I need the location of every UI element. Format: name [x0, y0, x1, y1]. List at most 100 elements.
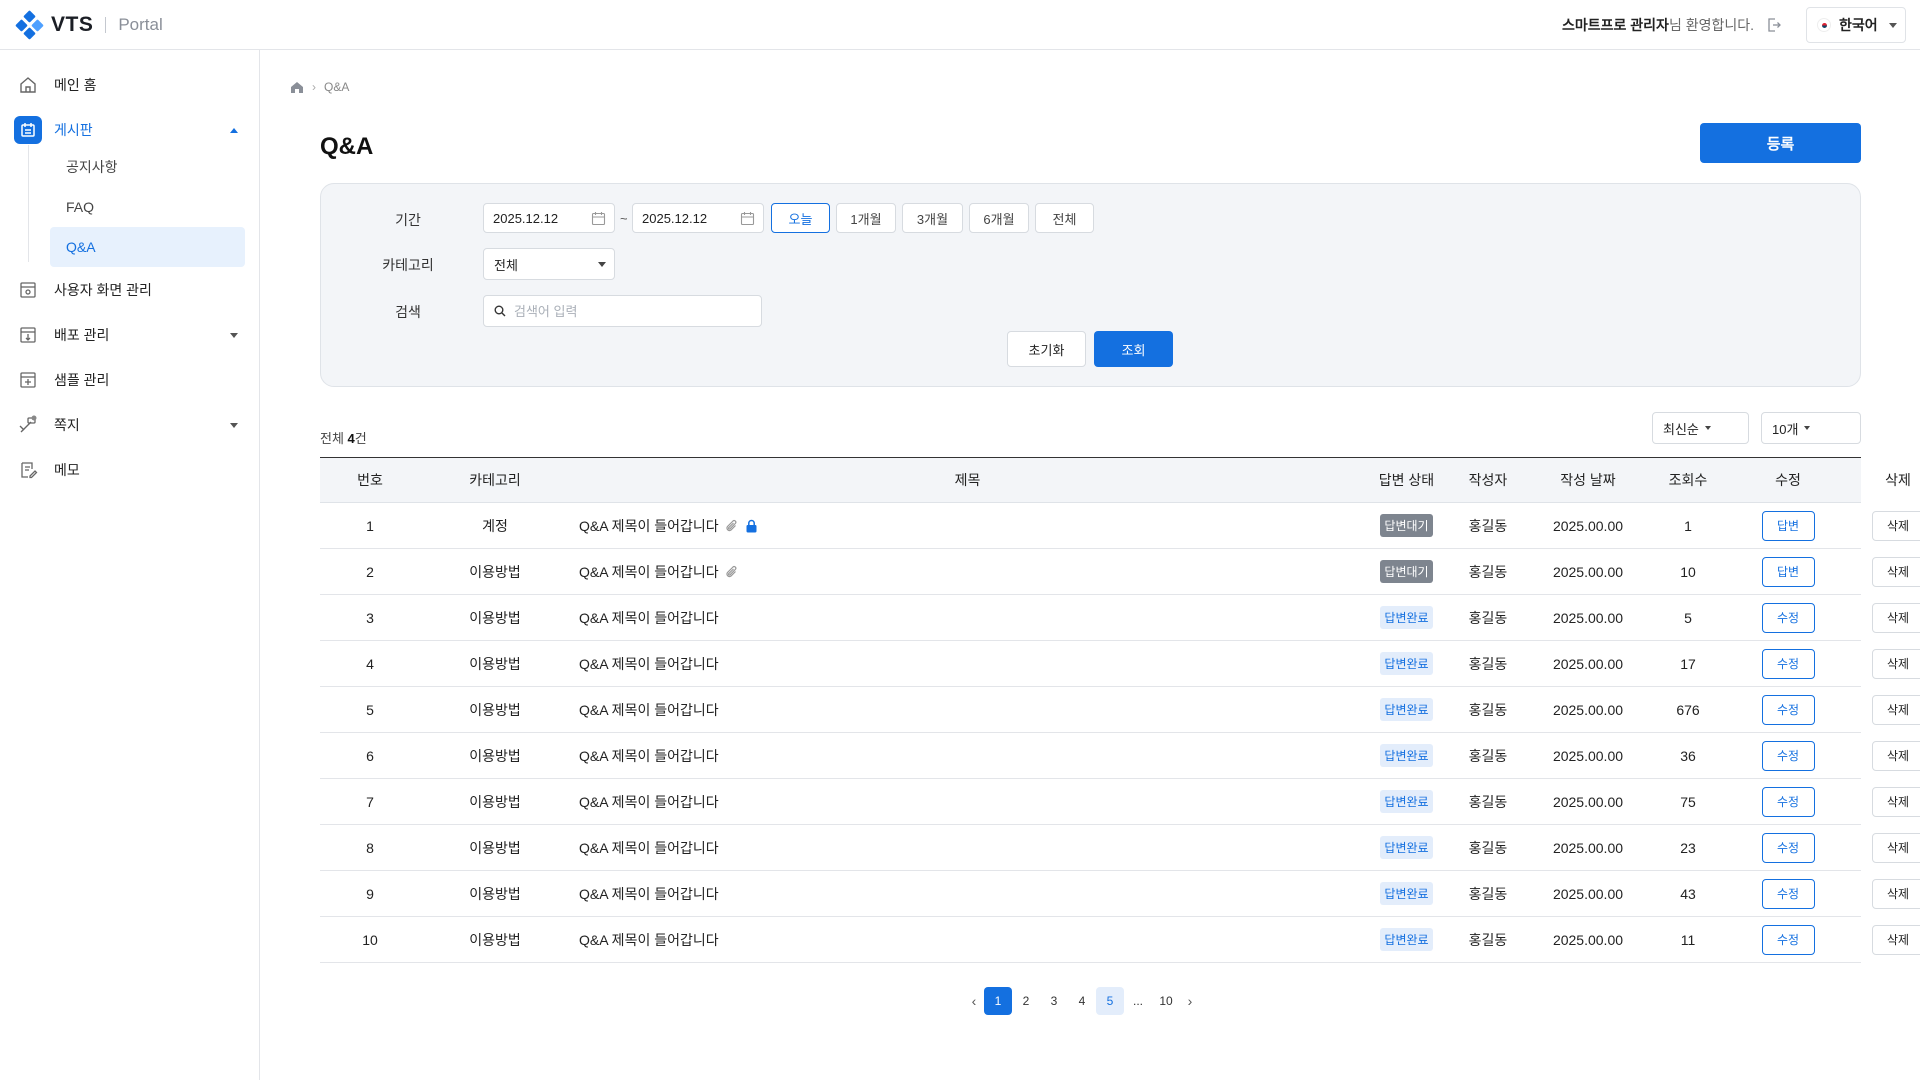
- date-to-value: 2025.12.12: [642, 210, 708, 226]
- table-row[interactable]: 7 이용방법 Q&A 제목이 들어갑니다 답변완료 홍길동 2025.00.00 75 수정 삭…: [320, 779, 1920, 825]
- sidebar-subitem-faq[interactable]: FAQ: [50, 187, 245, 227]
- cell-number: 5: [366, 701, 374, 718]
- delete-button[interactable]: 삭제: [1871, 832, 1920, 863]
- category-select[interactable]: 전체: [483, 248, 615, 280]
- cell-title[interactable]: Q&A 제목이 들어갑니다: [570, 608, 1365, 628]
- answer-button[interactable]: 답변: [1761, 556, 1815, 587]
- edit-button[interactable]: 수정: [1761, 878, 1815, 909]
- sidebar-item-main-home[interactable]: 메인 홈: [14, 67, 246, 103]
- page-title: Q&A: [320, 133, 374, 160]
- delete-button[interactable]: 삭제: [1871, 602, 1920, 633]
- cell-title[interactable]: Q&A 제목이 들어갑니다: [570, 700, 1365, 720]
- page-button[interactable]: 5: [1096, 987, 1124, 1015]
- page-button[interactable]: 10: [1152, 987, 1180, 1015]
- cell-title[interactable]: Q&A 제목이 들어갑니다: [570, 654, 1365, 674]
- sidebar-subitem-qna[interactable]: Q&A: [50, 227, 245, 267]
- table-row[interactable]: 10 이용방법 Q&A 제목이 들어갑니다 답변완료 홍길동 2025.00.00 11 수정…: [320, 917, 1920, 963]
- answer-button[interactable]: 답변: [1761, 510, 1815, 541]
- cell-status: 답변완료: [1365, 744, 1448, 767]
- language-select[interactable]: 한국어: [1806, 7, 1906, 43]
- page-size-select[interactable]: 10개: [1761, 412, 1861, 444]
- page-button[interactable]: 2: [1012, 987, 1040, 1015]
- date-to-input[interactable]: 2025.12.12: [632, 203, 764, 233]
- title-text[interactable]: Q&A 제목이 들어갑니다: [579, 746, 719, 766]
- page-button[interactable]: 3: [1040, 987, 1068, 1015]
- cell-title[interactable]: Q&A 제목이 들어갑니다: [570, 746, 1365, 766]
- next-page-icon[interactable]: ›: [1180, 987, 1200, 1015]
- cell-title[interactable]: Q&A 제목이 들어갑니다: [570, 516, 1365, 536]
- table-row[interactable]: 4 이용방법 Q&A 제목이 들어갑니다 답변완료 홍길동 2025.00.00 17 수정 삭…: [320, 641, 1920, 687]
- table-row[interactable]: 1 계정 Q&A 제목이 들어갑니다 답변대기 홍길동 2025.00.00 1 답변 삭제: [320, 503, 1920, 549]
- edit-button[interactable]: 수정: [1761, 832, 1815, 863]
- sidebar-item-user-screen[interactable]: 사용자 화면 관리: [14, 272, 246, 308]
- register-button[interactable]: 등록: [1700, 123, 1861, 163]
- cell-title[interactable]: Q&A 제목이 들어갑니다: [570, 930, 1365, 950]
- prev-page-icon[interactable]: ‹: [964, 987, 984, 1015]
- delete-button[interactable]: 삭제: [1871, 786, 1920, 817]
- table-row[interactable]: 3 이용방법 Q&A 제목이 들어갑니다 답변완료 홍길동 2025.00.00 5 수정 삭제: [320, 595, 1920, 641]
- calendar-icon[interactable]: [740, 211, 755, 226]
- table-row[interactable]: 8 이용방법 Q&A 제목이 들어갑니다 답변완료 홍길동 2025.00.00 23 수정 삭…: [320, 825, 1920, 871]
- cell-title[interactable]: Q&A 제목이 들어갑니다: [570, 562, 1365, 582]
- range-today-button[interactable]: 오늘: [771, 203, 830, 233]
- edit-button[interactable]: 수정: [1761, 602, 1815, 633]
- search-input[interactable]: [514, 303, 744, 319]
- sort-select[interactable]: 최신순: [1652, 412, 1749, 444]
- range-6month-button[interactable]: 6개월: [969, 203, 1029, 233]
- range-all-button[interactable]: 전체: [1035, 203, 1094, 233]
- calendar-icon[interactable]: [591, 211, 606, 226]
- chevron-down-icon: [230, 422, 238, 428]
- logout-icon[interactable]: [1766, 17, 1782, 33]
- product-name: Portal: [118, 14, 163, 34]
- table-row[interactable]: 5 이용방법 Q&A 제목이 들어갑니다 답변완료 홍길동 2025.00.00 676 수정…: [320, 687, 1920, 733]
- date-from-input[interactable]: 2025.12.12: [483, 203, 615, 233]
- cell-title[interactable]: Q&A 제목이 들어갑니다: [570, 884, 1365, 904]
- cell-title[interactable]: Q&A 제목이 들어갑니다: [570, 792, 1365, 812]
- edit-button[interactable]: 수정: [1761, 786, 1815, 817]
- page-button[interactable]: 1: [984, 987, 1012, 1015]
- delete-button[interactable]: 삭제: [1871, 510, 1920, 541]
- sidebar-subitem-notice[interactable]: 공지사항: [50, 147, 245, 187]
- delete-button[interactable]: 삭제: [1871, 556, 1920, 587]
- table-row[interactable]: 6 이용방법 Q&A 제목이 들어갑니다 답변완료 홍길동 2025.00.00 36 수정 삭…: [320, 733, 1920, 779]
- table-row[interactable]: 2 이용방법 Q&A 제목이 들어갑니다 답변대기 홍길동 2025.00.00 10 답변 삭…: [320, 549, 1920, 595]
- sidebar-item-memo[interactable]: 메모: [14, 452, 246, 488]
- range-1month-button[interactable]: 1개월: [836, 203, 896, 233]
- lock-icon: [746, 519, 757, 532]
- title-text[interactable]: Q&A 제목이 들어갑니다: [579, 562, 719, 582]
- delete-button[interactable]: 삭제: [1871, 740, 1920, 771]
- delete-button[interactable]: 삭제: [1871, 878, 1920, 909]
- column-header-delete: 삭제: [1885, 472, 1911, 488]
- title-text[interactable]: Q&A 제목이 들어갑니다: [579, 516, 719, 536]
- sidebar-item-sample[interactable]: 샘플 관리: [14, 362, 246, 398]
- title-text[interactable]: Q&A 제목이 들어갑니다: [579, 654, 719, 674]
- cell-title[interactable]: Q&A 제목이 들어갑니다: [570, 838, 1365, 858]
- sidebar-item-deploy[interactable]: 배포 관리: [14, 317, 246, 353]
- table-row[interactable]: 9 이용방법 Q&A 제목이 들어갑니다 답변완료 홍길동 2025.00.00 43 수정 삭…: [320, 871, 1920, 917]
- sidebar: 메인 홈 게시판 공지사항 FAQ Q&A 사용자 화면 관리 배포 관리 샘플…: [0, 50, 260, 1080]
- title-text[interactable]: Q&A 제목이 들어갑니다: [579, 838, 719, 858]
- title-text[interactable]: Q&A 제목이 들어갑니다: [579, 700, 719, 720]
- title-text[interactable]: Q&A 제목이 들어갑니다: [579, 930, 719, 950]
- logo[interactable]: VTS Portal: [15, 10, 163, 40]
- title-text[interactable]: Q&A 제목이 들어갑니다: [579, 884, 719, 904]
- range-3month-button[interactable]: 3개월: [902, 203, 963, 233]
- delete-button[interactable]: 삭제: [1871, 648, 1920, 679]
- edit-button[interactable]: 수정: [1761, 694, 1815, 725]
- edit-button[interactable]: 수정: [1761, 924, 1815, 955]
- page-button[interactable]: 4: [1068, 987, 1096, 1015]
- edit-button[interactable]: 수정: [1761, 648, 1815, 679]
- delete-button[interactable]: 삭제: [1871, 924, 1920, 955]
- reset-button[interactable]: 초기화: [1007, 331, 1086, 367]
- table-header: 번호 카테고리 제목 답변 상태 작성자 작성 날짜 조회수 수정 삭제: [320, 458, 1911, 503]
- sidebar-item-message[interactable]: 쪽지: [14, 407, 246, 443]
- search-input-wrap[interactable]: [483, 295, 762, 327]
- delete-button[interactable]: 삭제: [1871, 694, 1920, 725]
- query-button[interactable]: 조회: [1094, 331, 1173, 367]
- title-text[interactable]: Q&A 제목이 들어갑니다: [579, 792, 719, 812]
- title-text[interactable]: Q&A 제목이 들어갑니다: [579, 608, 719, 628]
- home-icon[interactable]: [290, 81, 304, 94]
- column-header-number: 번호: [357, 472, 383, 488]
- sidebar-item-board[interactable]: 게시판: [14, 112, 246, 148]
- edit-button[interactable]: 수정: [1761, 740, 1815, 771]
